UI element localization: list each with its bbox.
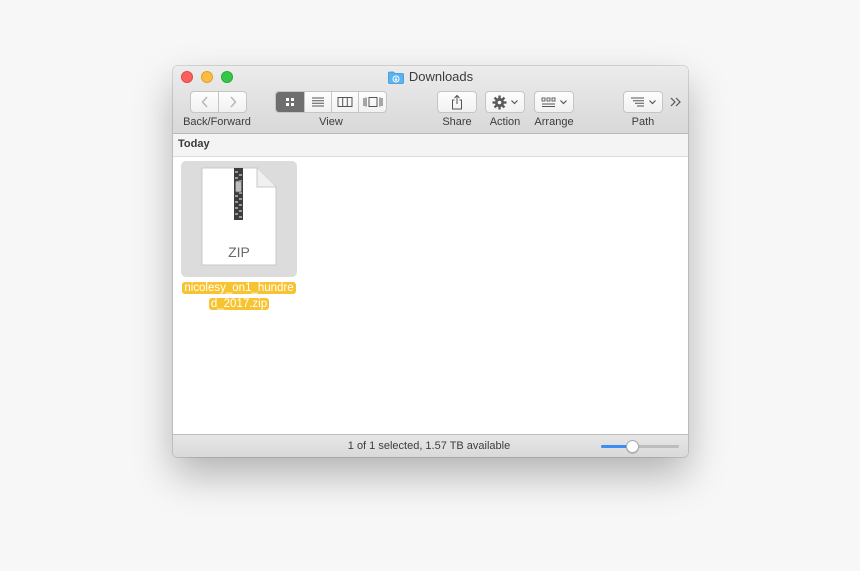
share-icon xyxy=(452,94,462,110)
section-header: Today xyxy=(173,134,688,157)
cover-flow-icon xyxy=(363,97,383,107)
back-forward-label: Back/Forward xyxy=(183,116,251,128)
icon-size-slider[interactable] xyxy=(601,440,679,453)
cover-flow-view-button[interactable] xyxy=(358,92,386,112)
file-name-line-2: d_2017.zip xyxy=(208,298,270,310)
file-name-line-1: nicolesy_on1_hundre xyxy=(182,282,296,294)
chevron-right-icon xyxy=(230,96,237,108)
share-label: Share xyxy=(442,116,472,128)
forward-button[interactable] xyxy=(218,92,246,112)
chevron-double-right-icon xyxy=(670,97,681,107)
window-title: Downloads xyxy=(173,69,688,87)
icon-grid-icon xyxy=(285,98,294,106)
file-type-label: ZIP xyxy=(228,244,250,260)
chevron-down-icon xyxy=(648,100,656,105)
path-list-icon xyxy=(630,97,644,107)
section-header-label: Today xyxy=(178,138,210,150)
view-label: View xyxy=(319,116,343,128)
titlebar: Downloads Back/Forward View Share Action… xyxy=(173,66,688,134)
columns-icon xyxy=(337,97,353,107)
downloads-folder-icon xyxy=(387,71,404,87)
action-button[interactable] xyxy=(485,91,525,113)
back-forward-control xyxy=(190,91,247,113)
arrange-grid-icon xyxy=(541,97,555,107)
action-label: Action xyxy=(489,116,521,128)
list-lines-icon xyxy=(312,97,325,107)
view-mode-control xyxy=(275,91,387,113)
chevron-down-icon xyxy=(510,100,518,105)
path-label: Path xyxy=(631,116,655,128)
status-bar: 1 of 1 selected, 1.57 TB available xyxy=(173,434,688,457)
icon-size-slider-knob[interactable] xyxy=(626,440,639,453)
list-view-button[interactable] xyxy=(303,92,332,112)
path-button[interactable] xyxy=(623,91,663,113)
column-view-button[interactable] xyxy=(331,92,358,112)
gear-icon xyxy=(492,95,506,109)
arrange-button[interactable] xyxy=(534,91,574,113)
file-name[interactable]: nicolesy_on1_hundre d_2017.zip xyxy=(178,280,300,312)
file-browser-content: ZIP nicolesy_on1_hundre d_2017.zip xyxy=(173,157,688,434)
chevron-left-icon xyxy=(201,96,208,108)
back-button[interactable] xyxy=(191,92,218,112)
finder-window: Downloads Back/Forward View Share Action… xyxy=(173,66,688,457)
icon-view-button[interactable] xyxy=(276,92,304,112)
window-title-text: Downloads xyxy=(408,69,474,84)
arrange-label: Arrange xyxy=(534,116,574,128)
toolbar-overflow-button[interactable] xyxy=(669,95,683,109)
chevron-down-icon xyxy=(559,100,567,105)
share-button[interactable] xyxy=(437,91,477,113)
